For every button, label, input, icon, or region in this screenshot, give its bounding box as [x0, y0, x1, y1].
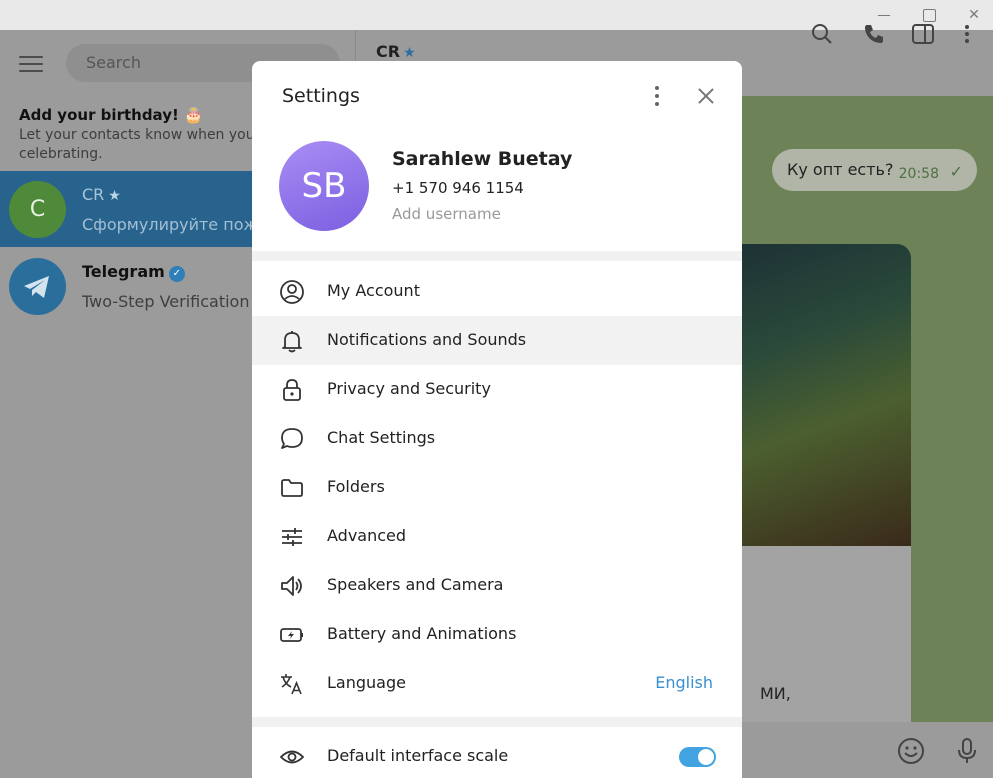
menu-item-folders[interactable]: Folders	[252, 463, 742, 512]
star-icon: ★	[403, 45, 416, 61]
verified-icon: ✓	[168, 266, 185, 282]
menu-item-notifications[interactable]: Notifications and Sounds	[252, 316, 742, 365]
window-titlebar: ✕	[0, 0, 993, 30]
outgoing-message[interactable]: Ку опт есть? 20:58 ✓	[772, 149, 977, 191]
menu-item-language[interactable]: Language English	[252, 659, 742, 708]
message-time: 20:58	[898, 166, 939, 182]
more-options-icon[interactable]	[955, 22, 979, 46]
settings-dialog: Settings SB Sarahlew Buetay +1 570 946 1…	[252, 61, 742, 778]
close-icon[interactable]	[693, 83, 719, 109]
bell-icon	[282, 331, 302, 353]
microphone-icon[interactable]	[952, 736, 982, 766]
menu-item-privacy[interactable]: Privacy and Security	[252, 365, 742, 414]
menu-item-battery[interactable]: Battery and Animations	[252, 610, 742, 659]
search-icon[interactable]	[810, 22, 834, 46]
profile-phone: +1 570 946 1154	[392, 179, 524, 197]
more-options-icon[interactable]	[648, 83, 666, 109]
menu-icon[interactable]	[19, 56, 43, 72]
menu-item-speakers-camera[interactable]: Speakers and Camera	[252, 561, 742, 610]
menu-item-advanced[interactable]: Advanced	[252, 512, 742, 561]
read-check-icon: ✓	[949, 162, 963, 181]
menu-item-my-account[interactable]: My Account	[252, 267, 742, 316]
menu-item-interface-scale[interactable]: Default interface scale	[252, 732, 742, 778]
chat-name: Telegram ✓	[82, 262, 185, 282]
section-divider	[252, 251, 742, 261]
chat-name: CR ★	[82, 185, 121, 204]
interface-scale-toggle[interactable]	[679, 747, 716, 767]
profile-name: Sarahlew Buetay	[392, 148, 573, 170]
folder-icon	[281, 479, 303, 497]
account-icon	[280, 280, 304, 304]
settings-title: Settings	[282, 85, 360, 107]
phone-icon[interactable]	[862, 22, 886, 46]
chat-title: CR ★	[376, 42, 416, 61]
star-icon: ★	[108, 188, 121, 204]
section-divider	[252, 717, 742, 727]
message-text: МИ,	[760, 684, 791, 703]
translate-icon	[281, 674, 302, 695]
menu-item-chat-settings[interactable]: Chat Settings	[252, 414, 742, 463]
message-text: Ку опт есть?	[787, 160, 894, 179]
profile-avatar[interactable]: SB	[279, 141, 369, 231]
telegram-logo-icon	[9, 258, 66, 315]
speaker-icon	[281, 576, 302, 596]
avatar: C	[9, 181, 66, 238]
eye-icon	[279, 750, 305, 764]
chat-bubble-icon	[281, 428, 303, 449]
emoji-icon[interactable]	[896, 736, 926, 766]
add-username-link[interactable]: Add username	[392, 205, 501, 223]
lock-icon	[283, 379, 301, 401]
battery-icon	[280, 628, 303, 642]
sidebar-toggle-icon[interactable]	[911, 22, 935, 46]
language-value: English	[655, 673, 713, 692]
sliders-icon	[282, 528, 302, 546]
